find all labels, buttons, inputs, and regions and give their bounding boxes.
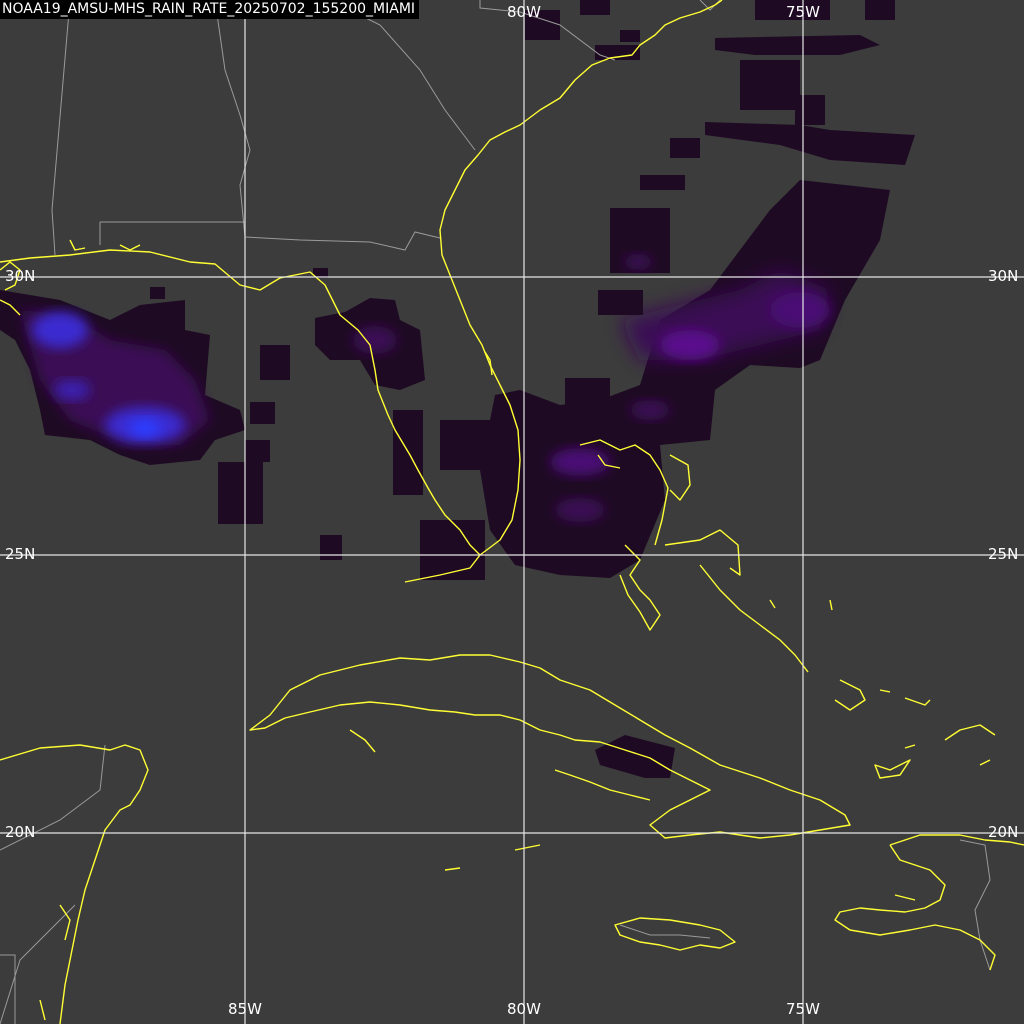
product-title: NOAA19_AMSU-MHS_RAIN_RATE_20250702_15520… (0, 0, 420, 19)
lat-label-right-25n: 25N (988, 545, 1019, 563)
lon-label-bottom-85w: 85W (228, 1000, 262, 1018)
lon-label-top-80w: 80W (507, 3, 541, 21)
lat-label-left-30n: 30N (5, 267, 36, 285)
lat-label-right-30n: 30N (988, 267, 1019, 285)
lon-label-bottom-80w: 80W (507, 1000, 541, 1018)
lon-label-bottom-75w: 75W (786, 1000, 820, 1018)
lat-label-left-20n: 20N (5, 823, 36, 841)
rain-rate-map (0, 0, 1024, 1024)
lat-label-left-25n: 25N (5, 545, 36, 563)
lon-label-top-75w: 75W (786, 3, 820, 21)
lat-label-right-20n: 20N (988, 823, 1019, 841)
